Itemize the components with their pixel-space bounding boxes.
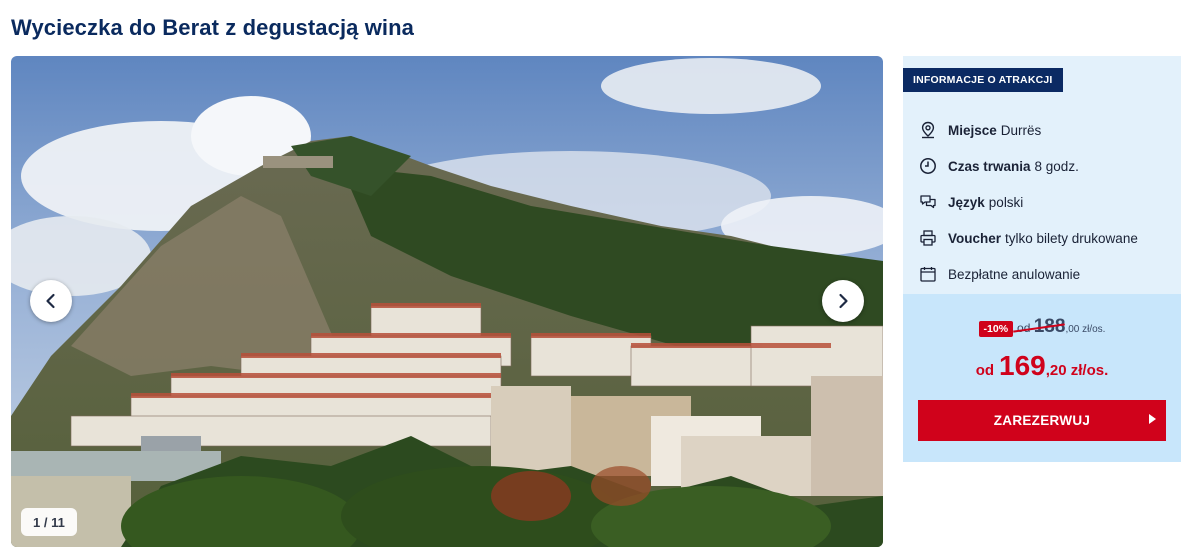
old-price: od 188,00 zł/os. — [1013, 316, 1106, 338]
info-value-duration: 8 godz. — [1034, 158, 1079, 174]
new-price-prefix: od — [975, 362, 995, 379]
info-list: Miejsce Durrës Czas trwania 8 godz. Języ… — [918, 112, 1173, 292]
gallery-counter: 1 / 11 — [21, 508, 77, 536]
speech-bubble-icon — [918, 192, 938, 212]
info-item-duration: Czas trwania 8 godz. — [918, 148, 1173, 184]
calendar-icon — [918, 264, 938, 284]
info-item-cancellation: Bezpłatne anulowanie — [918, 256, 1173, 292]
location-pin-icon — [918, 120, 938, 140]
info-value-language: polski — [988, 194, 1024, 210]
price-box: -10% od 188,00 zł/os. od 169,20 zł/os. Z… — [903, 294, 1181, 462]
info-badge: INFORMACJE O ATRAKCJI — [903, 68, 1063, 92]
gallery-photo — [11, 56, 883, 547]
info-value-voucher: tylko bilety drukowane — [1005, 230, 1138, 246]
new-price-row: od 169,20 zł/os. — [903, 350, 1181, 382]
info-item-voucher: Voucher tylko bilety drukowane — [918, 220, 1173, 256]
old-price-cents: ,00 zł/os. — [1065, 324, 1106, 335]
info-item-location: Miejsce Durrës — [918, 112, 1173, 148]
chevron-left-icon — [46, 293, 55, 309]
info-label-location: Miejsce — [948, 122, 997, 138]
chevron-right-icon — [839, 293, 848, 309]
reserve-button[interactable]: ZAREZERWUJ — [918, 400, 1166, 441]
reserve-button-label: ZAREZERWUJ — [993, 413, 1091, 428]
info-label-language: Język — [948, 194, 985, 210]
info-label-duration: Czas trwania — [948, 158, 1031, 174]
play-arrow-icon — [1149, 414, 1156, 424]
clock-icon — [918, 156, 938, 176]
gallery-next-button[interactable] — [822, 280, 864, 322]
info-label-voucher: Voucher — [948, 230, 1002, 246]
info-item-language: Język polski — [918, 184, 1173, 220]
info-value-location: Durrës — [1000, 122, 1042, 138]
discount-badge: -10% — [978, 321, 1014, 337]
info-value-cancellation: Bezpłatne anulowanie — [948, 266, 1081, 282]
old-price-row: -10% od 188,00 zł/os. — [903, 316, 1181, 338]
printer-icon — [918, 228, 938, 248]
photo-gallery[interactable]: 1 / 11 — [11, 56, 883, 547]
page-title: Wycieczka do Berat z degustacją wina — [11, 15, 415, 40]
new-price-main: 169 — [999, 350, 1046, 381]
attraction-info-panel: INFORMACJE O ATRAKCJI Miejsce Durrës Cza… — [903, 56, 1181, 462]
gallery-prev-button[interactable] — [30, 280, 72, 322]
new-price-cents: ,20 zł/os. — [1045, 362, 1109, 379]
